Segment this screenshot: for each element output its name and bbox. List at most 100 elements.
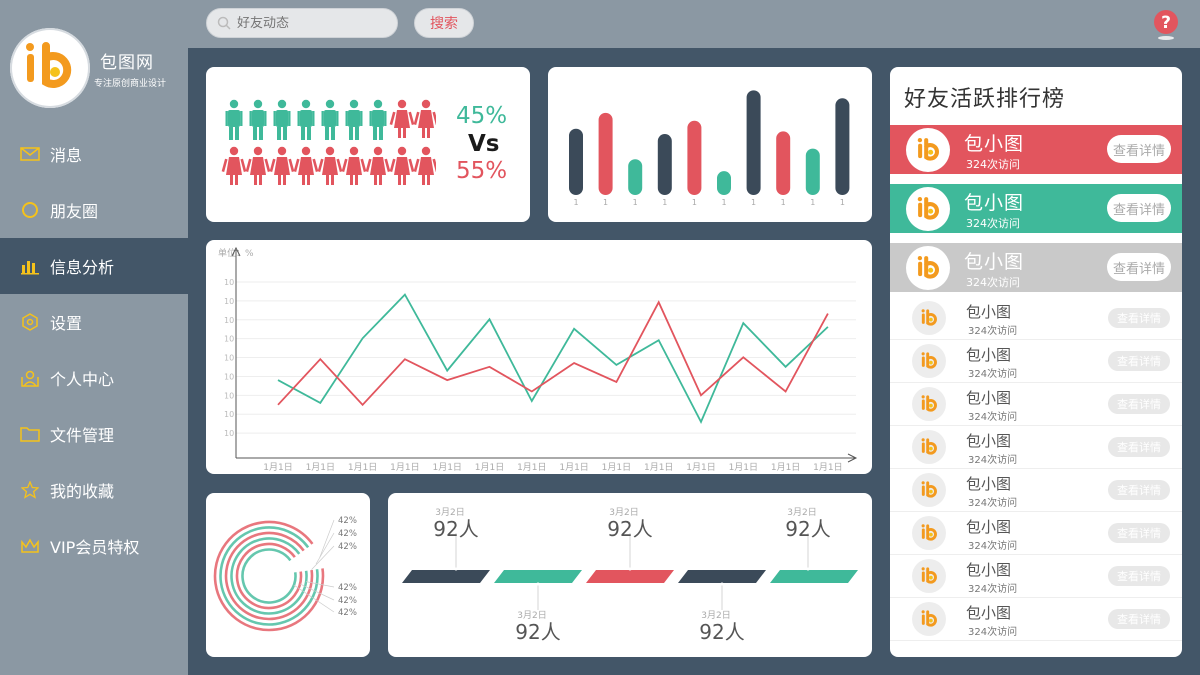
nav-item-favorites[interactable]: 我的收藏	[0, 462, 188, 518]
help-button[interactable]: ?	[1151, 9, 1181, 40]
bar	[746, 90, 761, 195]
visit-count: 324次访问	[966, 158, 1020, 171]
avatar-logo-icon	[917, 196, 939, 220]
view-details-button[interactable]: 查看详情	[1108, 523, 1170, 543]
nav-item-moments[interactable]: 朋友圈	[0, 182, 188, 238]
view-details-button[interactable]: 查看详情	[1107, 135, 1171, 163]
timeline-count: 92人	[607, 517, 652, 541]
bar	[657, 134, 672, 195]
bar-tick-label: 1	[810, 198, 815, 207]
ring-label: 42%	[338, 529, 357, 539]
bar-tick-label: 1	[603, 198, 608, 207]
view-details-button[interactable]: 查看详情	[1108, 351, 1170, 371]
friend-name: 包小图	[966, 303, 1012, 321]
y-tick-label: 10	[224, 278, 234, 287]
timeline-segment	[402, 570, 490, 583]
female-person-icon	[341, 146, 367, 185]
hexagon-icon	[20, 312, 40, 332]
bar-tick-label: 1	[781, 198, 786, 207]
view-details-button[interactable]: 查看详情	[1107, 194, 1171, 222]
search-box[interactable]	[206, 8, 398, 38]
timeline-card: 3月2日 92人 3月2日 92人 3月2日 92人 3月2日 92人 3月2日 92人	[388, 493, 872, 657]
bar-tick-label: 1	[573, 198, 578, 207]
line-chart: 单位：%1010101010101010101月1日1月1日1月1日1月1日1月…	[218, 246, 858, 473]
female-person-icon	[389, 99, 415, 138]
nav-item-messages[interactable]: 消息	[0, 126, 188, 182]
ranking-row: 包小图 324次访问 查看详情	[890, 426, 1182, 469]
bar	[687, 120, 702, 195]
top-bar: 搜索 ?	[188, 0, 1200, 48]
ranking-row: 包小图 324次访问 查看详情	[890, 297, 1182, 340]
view-details-button[interactable]: 查看详情	[1108, 308, 1170, 328]
nav-item-profile[interactable]: 个人中心	[0, 350, 188, 406]
avatar-logo-icon	[917, 255, 939, 279]
brand-logo	[10, 28, 90, 108]
female-person-icon	[365, 146, 391, 185]
nav-item-analysis[interactable]: 信息分析	[0, 238, 188, 294]
visit-count: 324次访问	[966, 276, 1020, 289]
sidebar-nav: 消息 朋友圈 信息分析 设置 个人中心 文件管理 我的收藏 VIP会员特权	[0, 126, 188, 574]
timeline-chart: 3月2日92人3月2日92人3月2日92人3月2日92人3月2日92人	[402, 507, 858, 644]
female-person-icon	[413, 99, 436, 138]
avatar	[906, 127, 950, 172]
female-person-icon	[245, 146, 271, 185]
search-icon	[217, 16, 231, 30]
friend-name: 包小图	[966, 346, 1012, 364]
timeline-count: 92人	[515, 620, 560, 644]
folder-icon	[20, 424, 40, 444]
view-details-button[interactable]: 查看详情	[1107, 253, 1171, 281]
timeline-count: 92人	[699, 620, 744, 644]
male-person-icon	[369, 99, 387, 140]
friend-name: 包小图	[966, 389, 1012, 407]
bar-chart-icon	[20, 256, 40, 276]
nav-label: 设置	[50, 314, 83, 333]
male-person-icon	[225, 99, 243, 140]
female-person-icon	[317, 146, 343, 185]
bar-tick-label: 1	[840, 198, 845, 207]
avatar-logo-icon	[921, 481, 937, 498]
visit-count: 324次访问	[966, 217, 1020, 230]
search-button[interactable]: 搜索	[414, 8, 474, 38]
view-details-button[interactable]: 查看详情	[1108, 609, 1170, 629]
avatar	[912, 602, 946, 636]
ring-leader-line	[319, 519, 335, 558]
people-pictogram	[221, 99, 436, 185]
y-tick-label: 10	[224, 372, 234, 381]
help-label: ?	[1161, 13, 1171, 33]
x-tick-label: 1月1日	[263, 462, 292, 473]
y-tick-label: 10	[224, 297, 234, 306]
view-details-button[interactable]: 查看详情	[1108, 480, 1170, 500]
timeline-segment	[494, 570, 582, 583]
nav-item-vip[interactable]: VIP会员特权	[0, 518, 188, 574]
search-input[interactable]	[237, 15, 377, 31]
ranking-row: 包小图 324次访问 查看详情	[890, 383, 1182, 426]
view-details-button[interactable]: 查看详情	[1108, 437, 1170, 457]
view-details-button[interactable]: 查看详情	[1108, 566, 1170, 586]
gender-ratio-card: 45% Vs 55%	[206, 67, 530, 222]
bar	[628, 159, 643, 195]
user-icon	[20, 368, 40, 388]
bar-tick-label: 1	[721, 198, 726, 207]
male-person-icon	[345, 99, 363, 140]
ranking-title: 好友活跃排行榜	[904, 87, 1066, 112]
view-details-button[interactable]: 查看详情	[1108, 394, 1170, 414]
bar	[598, 112, 613, 195]
circle-icon	[20, 200, 40, 220]
ranking-top-row: 包小图 324次访问 查看详情	[890, 243, 1182, 292]
nav-item-files[interactable]: 文件管理	[0, 406, 188, 462]
avatar	[912, 430, 946, 464]
avatar	[912, 301, 946, 335]
female-person-icon	[269, 146, 295, 185]
timeline-segment	[770, 570, 858, 583]
visit-count: 324次访问	[968, 541, 1018, 552]
ring-chart: 42% 42% 42% 42% 42% 42%	[213, 516, 357, 632]
avatar	[912, 473, 946, 507]
timeline-count: 92人	[433, 517, 478, 541]
friend-name: 包小图	[964, 192, 1025, 214]
ring-label: 42%	[338, 608, 357, 618]
nav-item-settings[interactable]: 设置	[0, 294, 188, 350]
bar	[835, 98, 850, 195]
avatar-logo-icon	[921, 395, 937, 412]
x-tick-label: 1月1日	[559, 462, 588, 473]
avatar-logo-icon	[921, 438, 937, 455]
